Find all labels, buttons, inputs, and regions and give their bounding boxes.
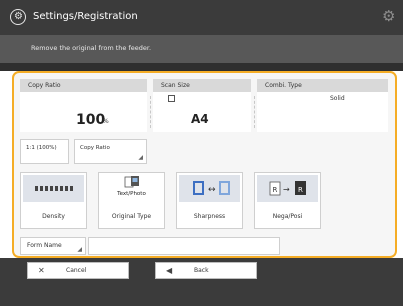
original-type-button[interactable]: Text/Photo Original Type	[98, 172, 165, 229]
original-type-label: Original Type	[111, 213, 152, 220]
combi-type-cell: Solid	[257, 92, 388, 132]
copy-ratio-button[interactable]: Copy Ratio ◢	[74, 139, 147, 164]
paper-icon	[168, 95, 175, 102]
form-name-button[interactable]: Form Name ◢	[20, 237, 86, 255]
copy-ratio-cell: 100 %	[20, 92, 147, 132]
copy-ratio-label: Copy Ratio	[80, 145, 110, 151]
copy-ratio-header: Copy Ratio	[20, 79, 147, 92]
back-arrow-icon: ◀	[166, 266, 173, 275]
corner-arrow-icon: ◢	[138, 154, 143, 161]
gear-icon[interactable]: ⚙	[382, 8, 395, 24]
density-button[interactable]: Density	[20, 172, 87, 229]
back-button[interactable]: ◀ Back	[155, 262, 257, 279]
scan-size-header: Scan Size	[153, 79, 251, 92]
column-separator	[254, 96, 255, 128]
density-label: Density	[42, 213, 65, 220]
message-bar: Remove the original from the feeder.	[0, 35, 403, 63]
form-name-field[interactable]	[88, 237, 280, 255]
copy-ratio-value: 100	[76, 112, 106, 128]
sharpness-button[interactable]: ↔ Sharpness	[176, 172, 243, 229]
column-separator	[150, 96, 151, 128]
footer-bar: ✕ Cancel ◀ Back	[0, 258, 403, 306]
scan-size-value: A4	[191, 112, 209, 126]
status-message: Remove the original from the feeder.	[31, 44, 152, 52]
divider	[0, 63, 403, 71]
form-name-label: Form Name	[27, 242, 62, 249]
cancel-label: Cancel	[66, 267, 87, 274]
corner-arrow-icon: ◢	[77, 246, 82, 253]
svg-text:R: R	[298, 186, 303, 194]
copy-ratio-unit: %	[103, 118, 109, 125]
combi-type-header: Combi. Type	[257, 79, 388, 92]
nega-posi-button[interactable]: R → R Nega/Posi	[254, 172, 321, 229]
sharpness-icon: ↔	[179, 175, 240, 202]
svg-text:R: R	[273, 186, 278, 194]
gear-person-icon: ⚙	[10, 9, 26, 25]
back-label: Back	[194, 267, 209, 274]
title-bar: ⚙ Settings/Registration ⚙	[0, 0, 403, 35]
svg-text:→: →	[283, 185, 290, 194]
ratio-1-1-button[interactable]: 1:1 (100%)	[20, 139, 69, 164]
combi-type-value: Solid	[330, 95, 345, 102]
cancel-button[interactable]: ✕ Cancel	[27, 262, 129, 279]
sharpness-label: Sharpness	[193, 213, 226, 220]
svg-text:↔: ↔	[208, 185, 216, 195]
x-icon: ✕	[38, 266, 45, 275]
original-type-value: Text/Photo	[117, 191, 146, 197]
density-scale-icon	[23, 175, 84, 202]
nega-posi-icon: R → R	[257, 175, 318, 202]
nega-posi-label: Nega/Posi	[272, 213, 303, 220]
ratio-1-1-label: 1:1 (100%)	[26, 145, 57, 151]
scan-size-cell: A4	[153, 92, 251, 132]
page-title: Settings/Registration	[33, 11, 138, 22]
settings-panel: Copy Ratio Scan Size Combi. Type 100 % A…	[12, 71, 397, 258]
